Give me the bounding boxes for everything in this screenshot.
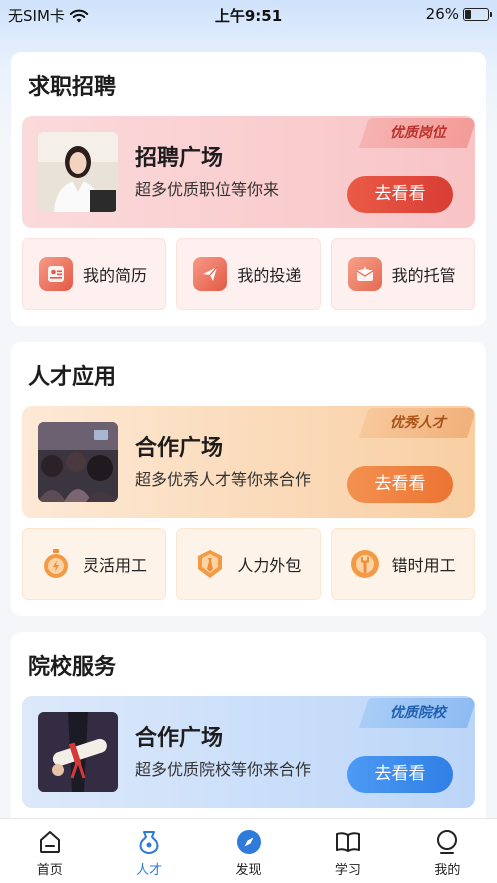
section-title: 人才应用 — [28, 365, 117, 390]
college-banner[interactable]: 优质院校 合作广场 超多优质院校等你来合作 去看看 — [22, 696, 475, 808]
banner-tag: 优质院校 — [359, 698, 475, 728]
talent-icon — [139, 831, 159, 854]
tab-study[interactable]: 学习 — [298, 819, 397, 883]
envelope-star-icon — [347, 257, 382, 291]
section-title: 求职招聘 — [28, 75, 117, 100]
go-see-button[interactable]: 去看看 — [347, 176, 453, 213]
talent-tiles: 灵活用工 人力外包 错时用工 — [22, 528, 475, 600]
tile-label: 灵活用工 — [83, 556, 148, 575]
battery-percent: 26% — [425, 5, 459, 23]
book-icon — [335, 832, 360, 852]
tab-discover[interactable]: 发现 — [199, 819, 298, 883]
tile-label: 错时用工 — [391, 556, 456, 575]
job-tiles: 我的简历 我的投递 我的托管 — [22, 238, 475, 310]
tile-my-custody[interactable]: 我的托管 — [330, 238, 475, 310]
banner-subtitle: 超多优质院校等你来合作 — [135, 760, 312, 779]
banner-subtitle: 超多优秀人才等你来合作 — [135, 470, 312, 489]
battery-icon — [463, 7, 492, 21]
recruiter-photo — [38, 132, 118, 212]
banner-subtitle: 超多优质职位等你来 — [135, 180, 280, 199]
section-title: 院校服务 — [28, 655, 117, 680]
send-icon — [193, 257, 228, 291]
bottom-tab-bar: 首页 人才 发现 学习 我的 — [0, 818, 497, 883]
banner-title: 合作广场 — [135, 726, 224, 751]
stopwatch-icon — [39, 547, 73, 581]
recruitment-banner[interactable]: 优质岗位 招聘广场 超多优质职位等你来 去看看 — [22, 116, 475, 228]
tile-flexible-employment[interactable]: 灵活用工 — [22, 528, 167, 600]
profile-icon — [437, 830, 458, 854]
status-time: 上午9:51 — [214, 7, 283, 25]
go-see-button[interactable]: 去看看 — [347, 466, 453, 503]
status-bar: 无SIM卡 上午9:51 26% — [0, 0, 497, 30]
tile-my-resume[interactable]: 我的简历 — [22, 238, 167, 310]
tab-home[interactable]: 首页 — [0, 819, 99, 883]
tab-mine[interactable]: 我的 — [398, 819, 497, 883]
banner-title: 招聘广场 — [135, 146, 224, 171]
audience-photo — [38, 422, 118, 502]
tile-staggered-employment[interactable]: 错时用工 — [330, 528, 475, 600]
section-college-service: 院校服务 优质院校 合作广场 超多优质院校等你来合作 去看看 — [11, 632, 486, 832]
tile-my-applications[interactable]: 我的投递 — [176, 238, 321, 310]
tab-talent[interactable]: 人才 — [99, 819, 198, 883]
banner-tag: 优质岗位 — [359, 118, 475, 148]
tab-label: 首页 — [36, 863, 63, 878]
tile-label: 人力外包 — [237, 556, 302, 575]
tie-icon — [193, 547, 227, 581]
tab-label: 人才 — [136, 863, 163, 878]
tile-label: 我的简历 — [83, 266, 148, 285]
tab-label: 我的 — [434, 863, 461, 878]
section-talent-application: 人才应用 优秀人才 合作广场 超多优秀人才等你来合作 去看看 灵活用工 人力外包… — [11, 342, 486, 616]
tab-label: 学习 — [334, 863, 361, 878]
compass-icon — [236, 830, 261, 854]
wrench-icon — [348, 547, 382, 581]
talent-banner[interactable]: 优秀人才 合作广场 超多优秀人才等你来合作 去看看 — [22, 406, 475, 518]
go-see-button[interactable]: 去看看 — [347, 756, 453, 793]
home-icon — [39, 831, 60, 853]
banner-tag: 优秀人才 — [359, 408, 475, 438]
tab-label: 发现 — [235, 863, 262, 878]
tile-label: 我的托管 — [391, 266, 456, 285]
section-job-recruitment: 求职招聘 优质岗位 招聘广场 超多优质职位等你来 去看看 我的简历 我的投递 我… — [11, 52, 486, 326]
status-right: 26% — [425, 5, 492, 23]
resume-icon — [39, 257, 73, 291]
tile-hr-outsourcing[interactable]: 人力外包 — [176, 528, 321, 600]
tile-label: 我的投递 — [237, 266, 302, 285]
graduation-photo — [38, 712, 118, 792]
banner-title: 合作广场 — [135, 436, 224, 461]
